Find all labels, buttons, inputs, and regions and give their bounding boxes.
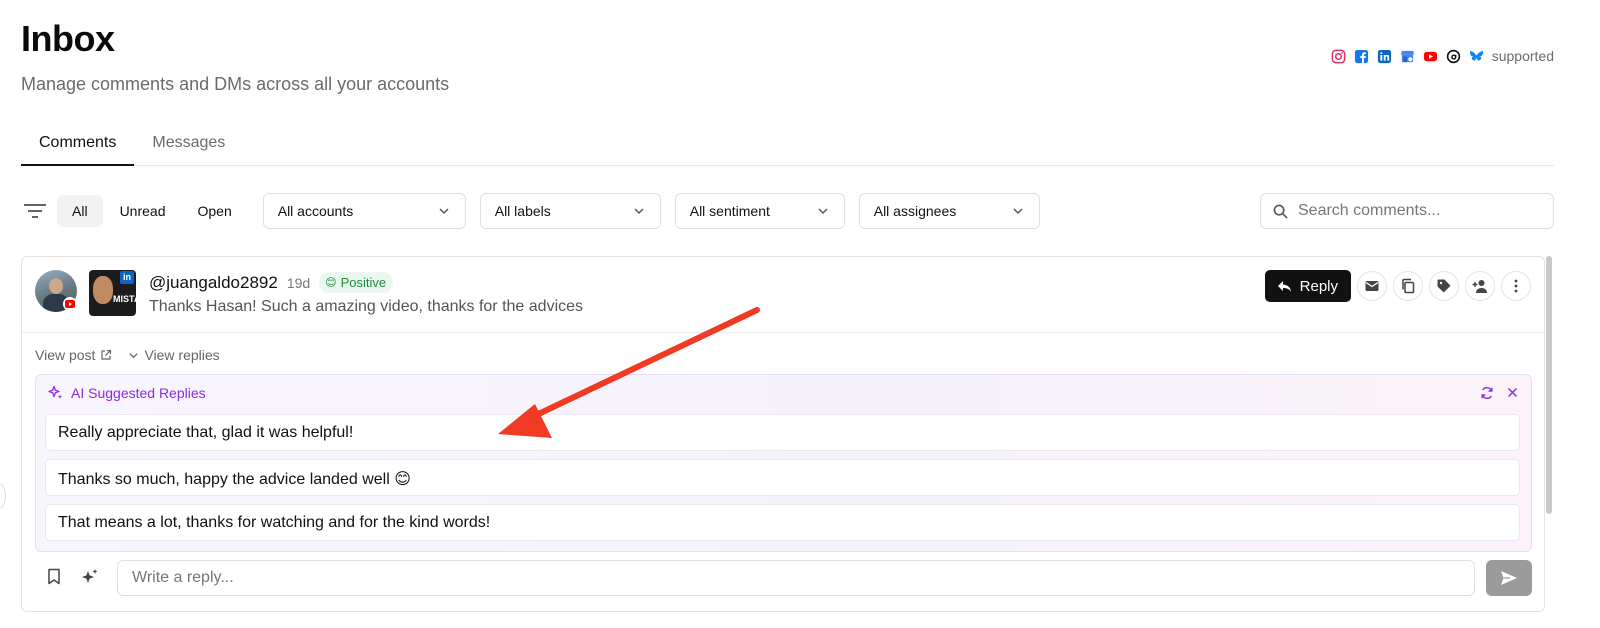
- chevron-down-icon: [634, 208, 644, 215]
- scrollbar[interactable]: [1546, 256, 1552, 514]
- assignees-select[interactable]: All assignees: [858, 193, 1040, 229]
- sentiment-label: Positive: [340, 275, 387, 290]
- thumbnail-text: MISTA: [113, 294, 136, 304]
- filter-open[interactable]: Open: [182, 195, 246, 227]
- comment-text: Thanks Hasan! Such a amazing video, than…: [149, 298, 584, 315]
- ai-suggestions-panel: AI Suggested Replies Really appreciate t…: [35, 374, 1532, 552]
- search-box: [1260, 193, 1554, 229]
- supported-label: supported: [1491, 48, 1554, 64]
- view-replies-link[interactable]: View replies: [128, 347, 220, 363]
- more-button[interactable]: [1501, 271, 1531, 301]
- view-replies-label: View replies: [144, 347, 220, 363]
- comment-links: View post View replies: [35, 347, 220, 363]
- labels-select[interactable]: All labels: [479, 193, 661, 229]
- copy-icon: [1402, 278, 1415, 294]
- send-button[interactable]: [1486, 560, 1532, 596]
- instagram-icon: [1331, 48, 1347, 64]
- filter-bar: All Unread Open All accounts All labels …: [21, 193, 1554, 229]
- accounts-select-value: All accounts: [277, 203, 354, 219]
- label-button[interactable]: [1429, 271, 1459, 301]
- ai-suggestion-1[interactable]: Really appreciate that, glad it was help…: [45, 414, 1520, 451]
- bookmark-icon[interactable]: [47, 568, 61, 585]
- search-icon: [1273, 204, 1288, 219]
- comment-age: 19d: [286, 274, 311, 291]
- comment-header: in MISTA @juangaldo2892 19d 😊 Positive T…: [22, 257, 1544, 333]
- comment-actions: Reply: [1264, 270, 1531, 302]
- close-icon[interactable]: [1506, 386, 1519, 400]
- ai-suggestions-title: AI Suggested Replies: [71, 385, 206, 401]
- linkedin-icon: [1377, 48, 1393, 64]
- ai-suggestion-2[interactable]: Thanks so much, happy the advice landed …: [45, 459, 1520, 496]
- more-vertical-icon: [1514, 279, 1518, 293]
- username[interactable]: @juangaldo2892: [149, 273, 278, 293]
- reply-arrow-icon: [1277, 280, 1291, 292]
- facebook-icon: [1354, 48, 1370, 64]
- send-icon: [1501, 571, 1517, 585]
- filter-icon[interactable]: [21, 197, 49, 225]
- refresh-icon[interactable]: [1480, 386, 1494, 400]
- chevron-down-icon: [439, 208, 449, 215]
- add-person-icon: [1472, 280, 1487, 293]
- author-line: @juangaldo2892 19d 😊 Positive: [149, 272, 394, 293]
- sparkle-icon: [48, 385, 63, 399]
- ai-sparkle-icon[interactable]: [81, 568, 99, 586]
- comment-card: in MISTA @juangaldo2892 19d 😊 Positive T…: [21, 256, 1545, 612]
- tab-comments[interactable]: Comments: [21, 124, 135, 166]
- filter-all[interactable]: All: [57, 195, 103, 227]
- ai-suggestions-header: AI Suggested Replies: [48, 385, 206, 401]
- page-header: Inbox Manage comments and DMs across all…: [21, 18, 449, 95]
- assign-button[interactable]: [1465, 271, 1495, 301]
- sentiment-select[interactable]: All sentiment: [674, 193, 845, 229]
- labels-select-value: All labels: [494, 203, 551, 219]
- accounts-select[interactable]: All accounts: [262, 193, 466, 229]
- sentiment-select-value: All sentiment: [689, 203, 770, 219]
- thumbnail-badge: in: [120, 271, 134, 284]
- post-thumbnail[interactable]: in MISTA: [89, 270, 136, 316]
- reply-input[interactable]: [117, 560, 1475, 596]
- supported-platforms: supported: [1331, 48, 1554, 64]
- page-title: Inbox: [21, 18, 115, 59]
- view-post-link[interactable]: View post: [35, 347, 112, 363]
- tab-messages[interactable]: Messages: [134, 124, 243, 166]
- copy-button[interactable]: [1393, 271, 1423, 301]
- inbox-tabs: Comments Messages: [21, 124, 1554, 166]
- reply-button-label: Reply: [1299, 277, 1338, 295]
- reply-button[interactable]: Reply: [1264, 270, 1351, 302]
- page-subtitle: Manage comments and DMs across all your …: [21, 74, 450, 94]
- sentiment-badge: 😊 Positive: [319, 272, 394, 293]
- view-post-label: View post: [35, 347, 96, 363]
- reply-composer: [35, 560, 1532, 596]
- youtube-icon: [1423, 48, 1439, 64]
- ai-suggestions-tools: [1480, 386, 1519, 400]
- chevron-down-icon: [818, 208, 828, 215]
- youtube-icon: [63, 297, 77, 311]
- filter-unread[interactable]: Unread: [105, 195, 181, 227]
- chevron-down-icon: [1013, 208, 1023, 215]
- ai-suggestion-3[interactable]: That means a lot, thanks for watching an…: [45, 504, 1520, 541]
- external-link-icon: [101, 349, 112, 360]
- assignees-select-value: All assignees: [873, 203, 957, 219]
- threads-icon: [1446, 48, 1462, 64]
- google-business-icon: [1400, 48, 1416, 64]
- search-input[interactable]: [1298, 202, 1528, 220]
- chevron-down-icon: [129, 352, 139, 358]
- mail-button[interactable]: [1357, 271, 1387, 301]
- collapse-handle[interactable]: [0, 483, 6, 509]
- bluesky-icon: [1469, 48, 1485, 64]
- smiley-icon: 😊: [325, 277, 337, 289]
- tag-icon: [1437, 279, 1451, 293]
- mail-icon: [1365, 281, 1379, 291]
